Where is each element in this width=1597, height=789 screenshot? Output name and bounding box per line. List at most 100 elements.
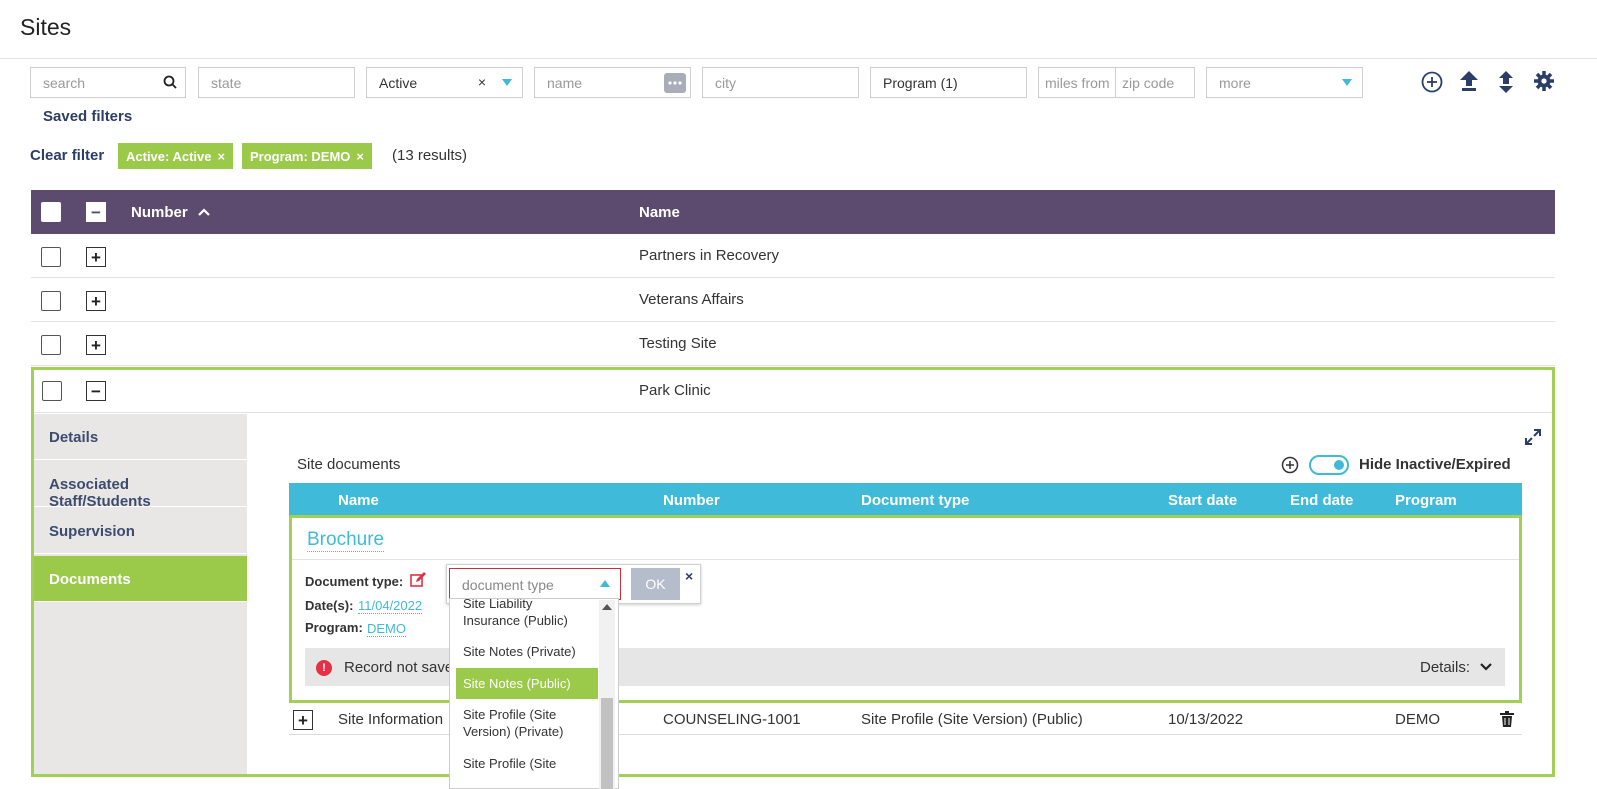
import-export-icon[interactable] (1496, 70, 1516, 94)
status-value: Active (379, 75, 418, 91)
results-count: (13 results) (392, 147, 468, 164)
document-type-input[interactable]: document type (449, 568, 621, 600)
divider (292, 559, 1519, 560)
search-icon[interactable] (163, 75, 177, 89)
row-name: Veterans Affairs (639, 291, 744, 308)
doc-row-type: Site Profile (Site Version) (Public) (861, 711, 1083, 728)
chevron-down-icon[interactable] (1480, 663, 1492, 671)
doc-row-start: 10/13/2022 (1168, 711, 1244, 728)
chevron-down-icon[interactable] (502, 79, 512, 87)
expand-icon[interactable]: + (86, 335, 106, 355)
table-row[interactable]: + Partners in Recovery (31, 234, 1555, 278)
row-name: Testing Site (639, 335, 717, 352)
dropdown-option[interactable]: Site Profile (Site Version) (Private) (456, 706, 598, 742)
table-header: − Number Name (31, 190, 1555, 234)
trash-icon[interactable] (1500, 711, 1514, 727)
table-row[interactable]: + Testing Site (31, 322, 1555, 366)
more-options-icon[interactable] (664, 73, 686, 93)
city-placeholder: city (715, 75, 736, 91)
add-circle-icon[interactable] (1281, 456, 1299, 474)
dropdown-option-selected[interactable]: Site Notes (Public) (456, 668, 598, 699)
program-value: Program (1) (883, 75, 958, 91)
details-toggle[interactable]: Details: (1420, 659, 1492, 676)
miles-input[interactable]: miles from (1038, 67, 1116, 98)
dates-label: Date(s): (305, 598, 354, 613)
close-icon[interactable]: × (218, 149, 226, 164)
gear-icon[interactable] (1533, 70, 1555, 92)
add-circle-icon[interactable] (1421, 71, 1443, 93)
chevron-up-icon[interactable] (600, 580, 610, 588)
table-row[interactable]: + Veterans Affairs (31, 278, 1555, 322)
error-text: Record not save (344, 659, 454, 676)
filter-chip-program[interactable]: Program: DEMO × (242, 143, 372, 169)
close-icon[interactable]: × (685, 568, 693, 584)
doc-type-label: Document type: (305, 574, 404, 589)
expand-icon[interactable]: + (86, 291, 106, 311)
collapse-all-icon[interactable]: − (86, 202, 106, 222)
more-placeholder: more (1219, 75, 1251, 91)
scroll-up-icon[interactable] (602, 604, 612, 610)
sort-up-icon[interactable] (198, 208, 210, 216)
brochure-title[interactable]: Brochure (307, 529, 385, 552)
zip-placeholder: zip code (1122, 75, 1175, 91)
dropdown-option[interactable]: Site Notes (Private) (456, 643, 598, 663)
close-icon[interactable]: × (356, 149, 364, 164)
option-line: Site Notes (Public) (463, 676, 571, 691)
status-clear-icon[interactable]: × (478, 74, 486, 90)
row-checkbox[interactable] (42, 381, 62, 401)
program-select[interactable]: Program (1) (870, 67, 1027, 98)
dropdown-option[interactable]: Site Profile (Site (456, 755, 598, 788)
city-input[interactable]: city (702, 67, 859, 98)
row-name: Partners in Recovery (639, 247, 780, 264)
expand-icon[interactable]: + (86, 247, 106, 267)
row-checkbox[interactable] (41, 247, 61, 267)
doc-col-type[interactable]: Document type (861, 492, 969, 509)
sidebar-item-associated-staff[interactable]: Associated Staff/Students (34, 461, 247, 510)
more-select[interactable]: more (1206, 67, 1363, 98)
chevron-down-icon[interactable] (1342, 79, 1352, 87)
expand-icon[interactable] (1524, 428, 1542, 446)
doc-row-number: COUNSELING-1001 (663, 711, 801, 728)
doc-col-program[interactable]: Program (1395, 492, 1457, 509)
chip-label: Active: Active (126, 149, 212, 164)
column-number[interactable]: Number (131, 204, 210, 221)
sidebar-item-documents[interactable]: Documents (34, 556, 247, 602)
doc-col-number[interactable]: Number (663, 492, 720, 509)
zip-input[interactable]: zip code (1115, 67, 1195, 98)
filter-chip-active[interactable]: Active: Active × (118, 143, 234, 169)
program-label: Program: (305, 620, 363, 635)
hide-inactive-label: Hide Inactive/Expired (1359, 456, 1511, 473)
sidebar-item-details[interactable]: Details (34, 414, 247, 460)
name-input[interactable]: name (534, 67, 691, 98)
expand-icon[interactable]: + (293, 710, 313, 730)
search-input[interactable]: search (30, 67, 186, 98)
dates-value[interactable]: 11/04/2022 (358, 598, 423, 614)
saved-filters-link[interactable]: Saved filters (43, 108, 132, 125)
hide-inactive-toggle[interactable] (1309, 455, 1349, 475)
edit-icon[interactable] (410, 572, 426, 588)
row-checkbox[interactable] (41, 291, 61, 311)
doc-col-name[interactable]: Name (338, 492, 379, 509)
clear-filter-link[interactable]: Clear filter (30, 147, 104, 164)
sidebar-item-supervision[interactable]: Supervision (34, 508, 247, 554)
scrollbar-thumb[interactable] (601, 698, 613, 789)
state-placeholder: state (211, 75, 242, 91)
doc-col-end[interactable]: End date (1290, 492, 1353, 509)
row-checkbox[interactable] (41, 335, 61, 355)
doc-type-options: Site Liability Insurance (Public) Site No… (449, 598, 619, 789)
dropdown-option[interactable]: Site Liability Insurance (Public) (456, 599, 598, 631)
column-number-label: Number (131, 204, 188, 221)
ok-button[interactable]: OK (631, 568, 680, 600)
doc-type-placeholder: document type (462, 577, 554, 593)
option-line: Version) (Private) (463, 724, 564, 739)
table-row-expanded[interactable]: − Park Clinic (34, 369, 1552, 413)
select-all-checkbox[interactable] (41, 202, 61, 222)
program-value[interactable]: DEMO (367, 621, 406, 637)
collapse-icon[interactable]: − (86, 381, 106, 401)
status-select[interactable]: Active × (366, 67, 523, 98)
column-name[interactable]: Name (639, 204, 680, 221)
option-line: Site Profile (Site (463, 756, 557, 771)
state-input[interactable]: state (198, 67, 355, 98)
upload-icon[interactable] (1459, 70, 1479, 94)
doc-col-start[interactable]: Start date (1168, 492, 1237, 509)
